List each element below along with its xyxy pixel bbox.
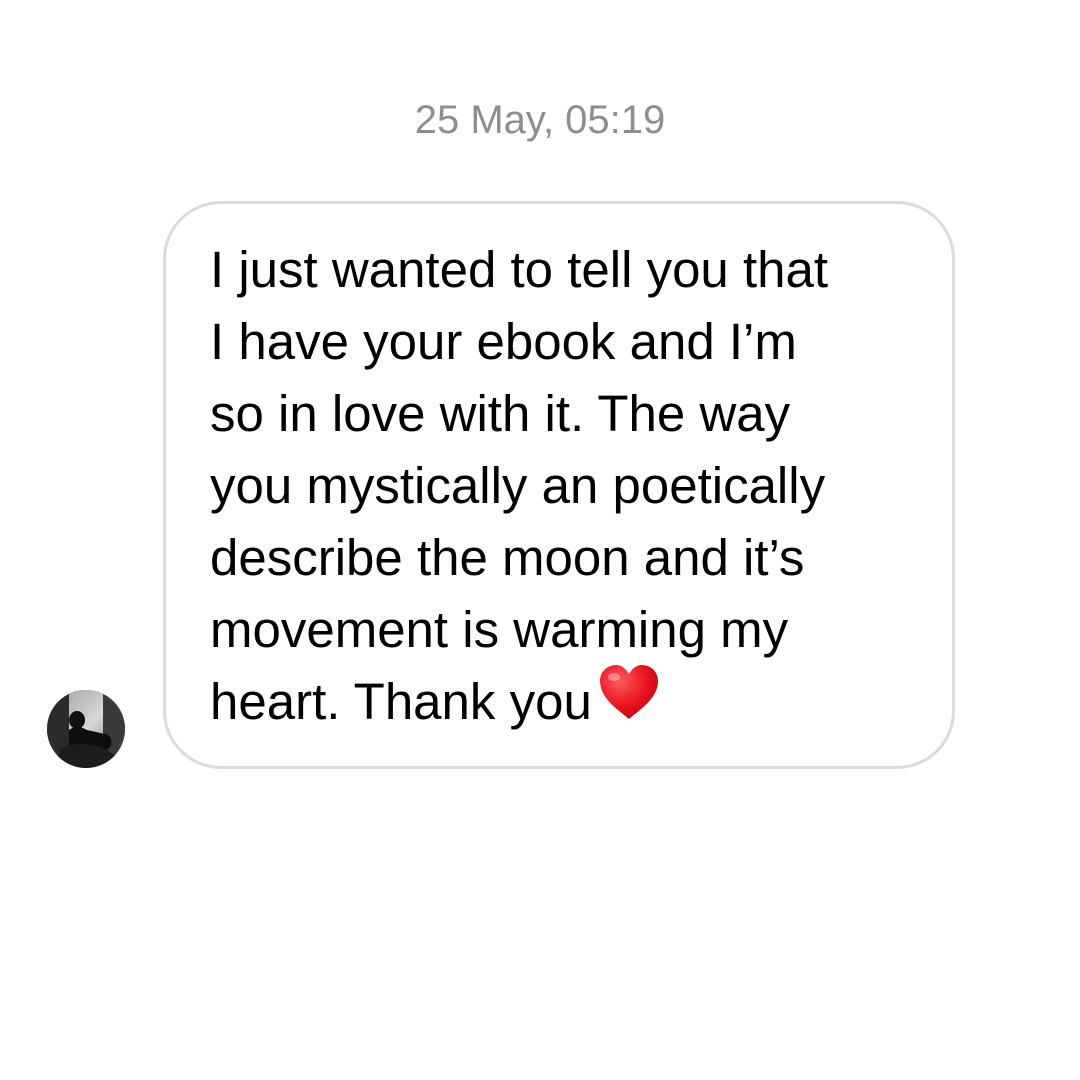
message-timestamp: 25 May, 05:19 [414,98,666,142]
message-thread: 25 May, 05:19 I just wanted to tell you … [0,0,1080,1080]
heart-icon [598,663,660,740]
message-body: I just wanted to tell you that I have yo… [210,234,930,744]
message-text: I just wanted to tell you that I have yo… [210,241,829,730]
avatar-photo [47,690,125,768]
sender-avatar[interactable] [47,690,125,768]
message-bubble[interactable]: I just wanted to tell you that I have yo… [163,201,955,769]
